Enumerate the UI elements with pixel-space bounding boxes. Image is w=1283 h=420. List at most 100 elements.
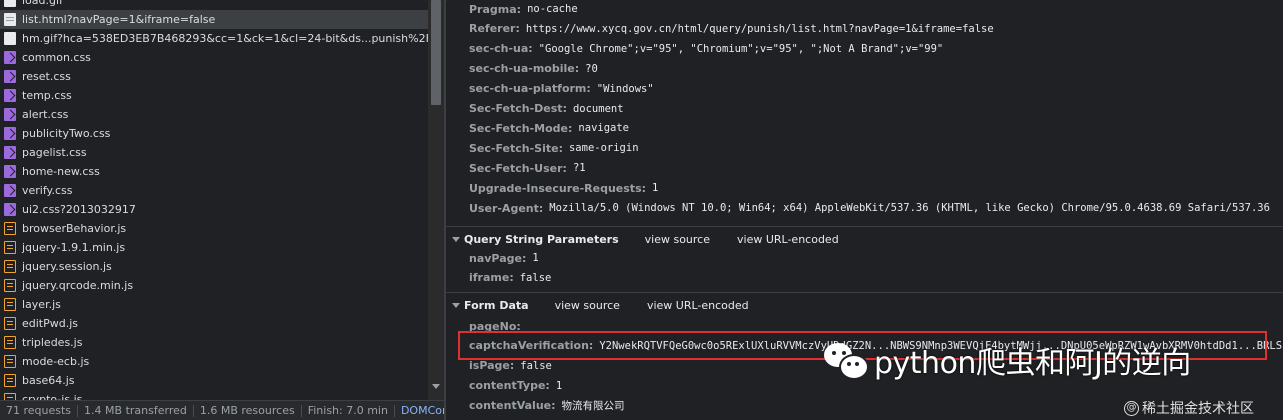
query-view-url-encoded-link[interactable]: view URL-encoded (737, 233, 839, 246)
request-row[interactable]: common.css (0, 48, 428, 67)
header-key: Sec-Fetch-Mode: (469, 121, 573, 135)
request-row[interactable]: ui2.css?2013032917 (0, 200, 428, 219)
query-string-section-header[interactable]: Query String Parameters view source view… (446, 226, 1283, 251)
scroll-down-arrow-icon[interactable] (432, 384, 440, 389)
js-file-icon (4, 374, 16, 387)
juejin-watermark: @ 稀土掘金技术社区 (1124, 398, 1254, 418)
header-value: ?1 (572, 162, 586, 175)
header-row: User-Agent: Mozilla/5.0 (Windows NT 10.0;… (469, 198, 1270, 218)
header-value: navigate (578, 122, 629, 135)
header-key: User-Agent: (469, 201, 544, 215)
css-file-icon (4, 89, 16, 102)
header-value: ?0 (585, 62, 598, 75)
request-name: browserBehavior.js (22, 222, 127, 235)
request-row[interactable]: load.gif (0, 0, 428, 10)
form-view-source-link[interactable]: view source (555, 299, 620, 312)
header-key: Sec-Fetch-User: (469, 161, 567, 175)
request-name: temp.css (22, 89, 72, 102)
request-name: mode-ecb.js (22, 355, 90, 368)
juejin-text: 稀土掘金技术社区 (1142, 401, 1254, 417)
request-list-scrollbar[interactable] (428, 0, 444, 400)
header-row: sec-ch-ua-platform: "Windows" (469, 79, 654, 99)
request-name: list.html?navPage=1&iframe=false (22, 13, 216, 26)
request-row[interactable]: home-new.css (0, 162, 428, 181)
request-row[interactable]: hm.gif?hca=538ED3EB7B468293&cc=1&ck=1&cl… (0, 29, 428, 48)
header-value: no-cache (527, 3, 578, 15)
request-name: load.gif (22, 0, 63, 7)
request-row[interactable]: list.html?navPage=1&iframe=false (0, 10, 428, 29)
js-file-icon (4, 241, 16, 254)
request-row[interactable]: base64.js (0, 371, 428, 390)
watermark-text: python爬虫和阿J的逆向 (874, 346, 1191, 381)
js-file-icon (4, 317, 16, 330)
request-name: reset.css (22, 70, 71, 83)
request-row[interactable]: layer.js (0, 295, 428, 314)
request-name: pagelist.css (22, 146, 87, 159)
request-row[interactable]: jquery-1.9.1.min.js (0, 238, 428, 257)
css-file-icon (4, 184, 16, 197)
header-key: isPage: (469, 359, 515, 373)
request-row[interactable]: verify.css (0, 181, 428, 200)
request-name: ui2.css?2013032917 (22, 203, 136, 216)
request-row[interactable]: pagelist.css (0, 143, 428, 162)
request-row[interactable]: editPwd.js (0, 314, 428, 333)
request-name: common.css (22, 51, 91, 64)
header-row: navPage: 1 (469, 248, 539, 268)
header-key: Pragma: (469, 2, 522, 16)
network-summary-bar: 71 requests 1.4 MB transferred 1.6 MB re… (0, 400, 444, 420)
header-value: "Google Chrome";v="95", "Chromium";v="95… (538, 42, 944, 55)
dom-content-loaded: DOMContentLoaded (400, 403, 444, 417)
header-value: 1 (532, 252, 539, 264)
form-data-section-header[interactable]: Form Data view source view URL-encoded (446, 292, 1283, 317)
header-value: https://www.xycq.gov.cn/html/query/punis… (525, 22, 994, 35)
header-value: document (572, 102, 624, 115)
header-value: same-origin (568, 142, 639, 155)
form-view-url-encoded-link[interactable]: view URL-encoded (647, 299, 749, 312)
request-row[interactable]: browserBehavior.js (0, 219, 428, 238)
header-value: 1 (555, 379, 563, 392)
js-file-icon (4, 298, 16, 311)
header-row: contentType: 1 (469, 376, 562, 396)
request-name: layer.js (22, 298, 61, 311)
css-file-icon (4, 203, 16, 216)
request-row[interactable]: tripledes.js (0, 333, 428, 352)
request-row[interactable]: reset.css (0, 67, 428, 86)
request-name: hm.gif?hca=538ED3EB7B468293&cc=1&ck=1&cl… (22, 32, 428, 45)
request-row[interactable]: jquery.session.js (0, 257, 428, 276)
query-string-title: Query String Parameters (464, 232, 619, 246)
request-name: verify.css (22, 184, 73, 197)
request-row[interactable]: jquery.qrcode.min.js (0, 276, 428, 295)
header-key: sec-ch-ua-mobile: (469, 62, 580, 76)
image-file-icon (4, 0, 16, 7)
request-name: base64.js (22, 374, 75, 387)
css-file-icon (4, 108, 16, 121)
header-key: Sec-Fetch-Site: (469, 141, 563, 155)
request-name: publicityTwo.css (22, 127, 111, 140)
js-file-icon (4, 222, 16, 235)
request-row[interactable]: temp.css (0, 86, 428, 105)
css-file-icon (4, 127, 16, 140)
header-key: sec-ch-ua: (469, 42, 533, 56)
expand-triangle-icon[interactable] (452, 302, 460, 308)
wechat-logo-icon (822, 339, 869, 381)
request-row[interactable]: alert.css (0, 105, 428, 124)
request-row[interactable]: publicityTwo.css (0, 124, 428, 143)
header-row: Sec-Fetch-Dest: document (469, 99, 624, 119)
query-view-source-link[interactable]: view source (645, 233, 710, 246)
js-file-icon (4, 279, 16, 292)
css-file-icon (4, 146, 16, 159)
request-name: jquery-1.9.1.min.js (22, 241, 126, 254)
scrollbar-thumb[interactable] (431, 0, 441, 105)
header-row: Sec-Fetch-User: ?1 (469, 158, 586, 178)
request-name: jquery.session.js (22, 260, 112, 273)
request-row[interactable]: mode-ecb.js (0, 352, 428, 371)
header-value: false (519, 271, 552, 284)
js-file-icon (4, 260, 16, 273)
request-name: jquery.qrcode.min.js (22, 279, 134, 292)
header-row: Referer: https://www.xycq.gov.cn/html/que… (469, 19, 994, 39)
document-file-icon (4, 13, 16, 26)
js-file-icon (4, 355, 16, 368)
at-icon: @ (1124, 400, 1139, 416)
expand-triangle-icon[interactable] (452, 236, 460, 242)
request-name: home-new.css (22, 165, 100, 178)
